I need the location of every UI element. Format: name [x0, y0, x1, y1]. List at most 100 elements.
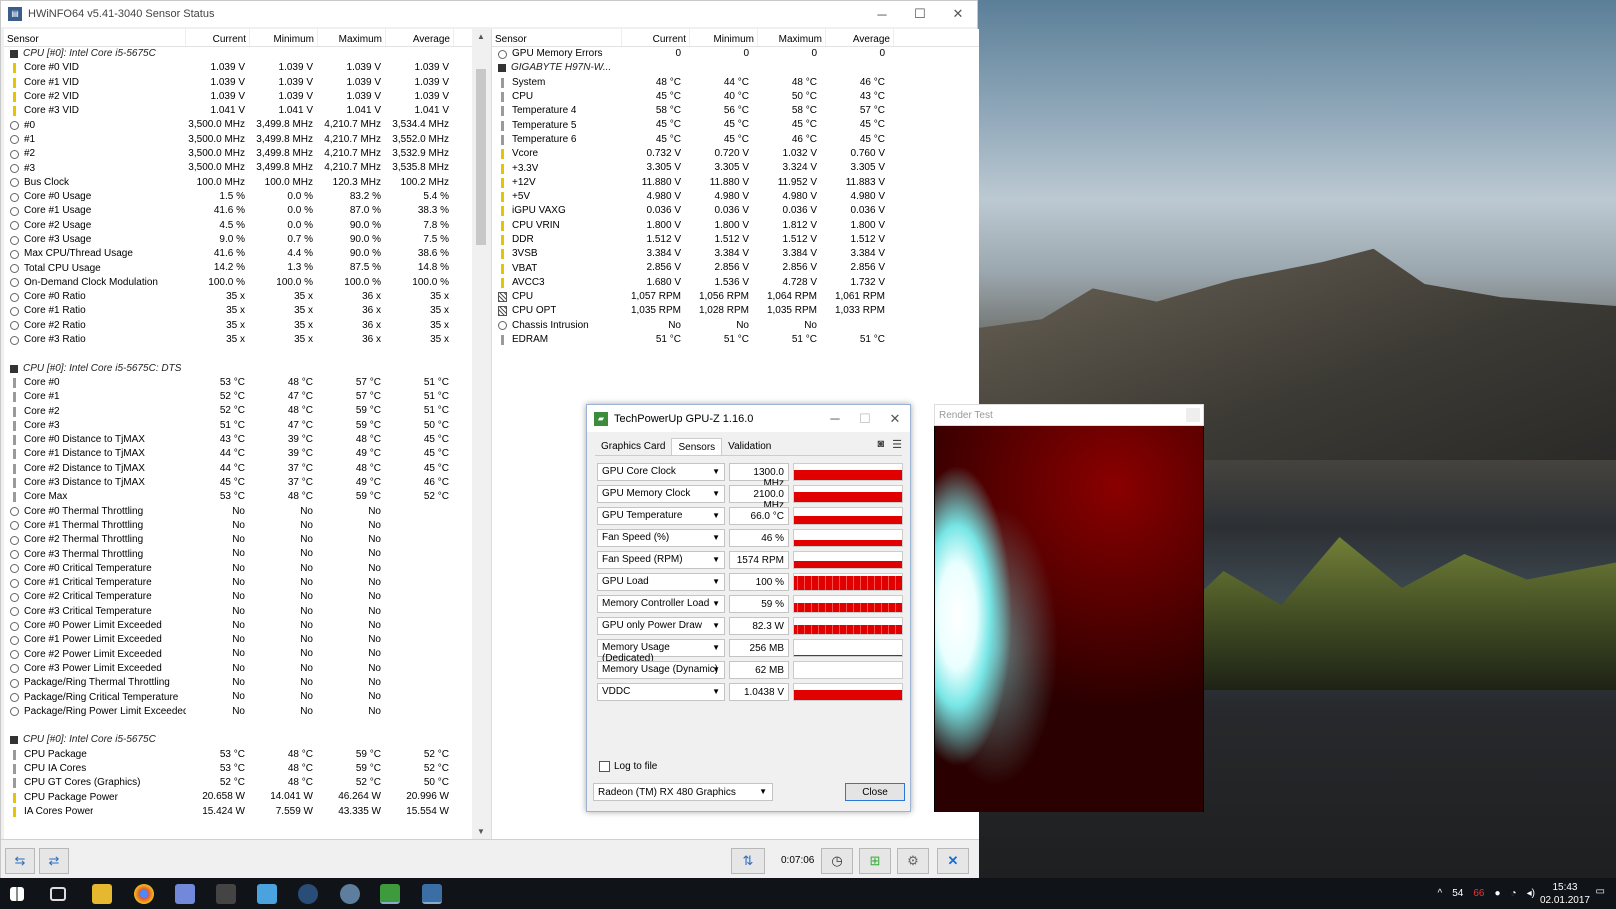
sensor-row[interactable]: Core #0 Usage 1.5 % 0.0 % 83.2 % 5.4 %: [4, 190, 472, 204]
app-icon[interactable]: [216, 884, 236, 904]
sensor-row[interactable]: +12V 11.880 V 11.880 V 11.952 V 11.883 V: [492, 176, 979, 190]
sensor-select[interactable]: GPU Load ▼: [597, 573, 725, 591]
tray-temp-gpu[interactable]: 66: [1473, 888, 1484, 899]
maximize-button[interactable]: ☐: [901, 6, 939, 22]
nav-right-icon[interactable]: ⇄: [39, 848, 69, 874]
sensor-row[interactable]: Core #1 Distance to TjMAX 44 °C 39 °C 49 °C…: [4, 447, 472, 461]
sensor-select[interactable]: Fan Speed (RPM) ▼: [597, 551, 725, 569]
gpuz-titlebar[interactable]: ▰ TechPowerUp GPU-Z 1.16.0 ─ ☐ ✕: [587, 405, 910, 432]
render-test-titlebar[interactable]: Render Test: [934, 404, 1204, 426]
sensor-row[interactable]: Core #2 Power Limit Exceeded No No No: [4, 647, 472, 661]
sensor-select[interactable]: Memory Usage (Dedicated) ▼: [597, 639, 725, 664]
sensor-row[interactable]: Core #2 Ratio 35 x 35 x 36 x 35 x: [4, 319, 472, 333]
sensor-row[interactable]: [4, 347, 472, 361]
sensor-row[interactable]: iGPU VAXG 0.036 V 0.036 V 0.036 V 0.036 V: [492, 204, 979, 218]
network-icon[interactable]: ◔: [1511, 888, 1517, 899]
sensor-row[interactable]: AVCC3 1.680 V 1.536 V 4.728 V 1.732 V: [492, 276, 979, 290]
sensor-row[interactable]: Temperature 6 45 °C 45 °C 46 °C 45 °C: [492, 133, 979, 147]
sensor-row[interactable]: Core #0 Thermal Throttling No No No: [4, 505, 472, 519]
close-button[interactable]: ✕: [939, 6, 977, 22]
sensor-row[interactable]: Core #2 Thermal Throttling No No No: [4, 533, 472, 547]
sensor-row[interactable]: Package/Ring Critical Temperature No No No: [4, 690, 472, 704]
sensor-row[interactable]: Core #3 Thermal Throttling No No No: [4, 547, 472, 561]
sensor-row[interactable]: #0 3,500.0 MHz 3,499.8 MHz 4,210.7 MHz 3,534…: [4, 118, 472, 132]
gpuz-taskbar-icon[interactable]: [380, 884, 400, 904]
sensor-row[interactable]: Core #0 VID 1.039 V 1.039 V 1.039 V 1.039 V: [4, 61, 472, 75]
sensor-row[interactable]: Temperature 4 58 °C 56 °C 58 °C 57 °C: [492, 104, 979, 118]
col-current[interactable]: Current: [622, 29, 690, 46]
sensor-row[interactable]: CPU IA Cores 53 °C 48 °C 59 °C 52 °C: [4, 762, 472, 776]
sensor-row[interactable]: Core #2 VID 1.039 V 1.039 V 1.039 V 1.039 V: [4, 90, 472, 104]
sensor-row[interactable]: Core #1 VID 1.039 V 1.039 V 1.039 V 1.039 V: [4, 76, 472, 90]
sensor-row[interactable]: GPU Memory Errors 0 0 0 0: [492, 47, 979, 61]
sensor-row[interactable]: EDRAM 51 °C 51 °C 51 °C 51 °C: [492, 333, 979, 347]
clock[interactable]: 15:43 02.01.2017: [1540, 881, 1590, 907]
sensor-row[interactable]: Core #0 53 °C 48 °C 57 °C 51 °C: [4, 376, 472, 390]
task-view-icon[interactable]: [50, 887, 66, 901]
sensor-row[interactable]: [4, 719, 472, 733]
sensor-row[interactable]: Core #1 52 °C 47 °C 57 °C 51 °C: [4, 390, 472, 404]
network-icon[interactable]: ⇅: [731, 848, 765, 874]
col-average[interactable]: Average: [826, 29, 894, 46]
sensor-select[interactable]: Fan Speed (%) ▼: [597, 529, 725, 547]
sensor-row[interactable]: DDR 1.512 V 1.512 V 1.512 V 1.512 V: [492, 233, 979, 247]
sensor-row[interactable]: Core #1 Power Limit Exceeded No No No: [4, 633, 472, 647]
steam-tray-icon[interactable]: ●: [1494, 888, 1500, 899]
sensor-row[interactable]: #2 3,500.0 MHz 3,499.8 MHz 4,210.7 MHz 3,532…: [4, 147, 472, 161]
sensor-row[interactable]: Max CPU/Thread Usage 41.6 % 4.4 % 90.0 % 38.…: [4, 247, 472, 261]
sensor-row[interactable]: Core #1 Usage 41.6 % 0.0 % 87.0 % 38.3 %: [4, 204, 472, 218]
add-report-icon[interactable]: ⊞: [859, 848, 891, 874]
minimize-button[interactable]: ─: [863, 7, 901, 22]
hwinfo-titlebar[interactable]: ▤ HWiNFO64 v5.41-3040 Sensor Status ─ ☐ …: [1, 1, 977, 27]
sensor-group-header[interactable]: GIGABYTE H97N-W...: [492, 61, 979, 75]
sensor-row[interactable]: CPU 1,057 RPM 1,056 RPM 1,064 RPM 1,061 RPM: [492, 290, 979, 304]
sensor-row[interactable]: Core #3 Distance to TjMAX 45 °C 37 °C 49 °C…: [4, 476, 472, 490]
tab-graphics-card[interactable]: Graphics Card: [595, 438, 671, 455]
sensor-row[interactable]: Core #0 Power Limit Exceeded No No No: [4, 619, 472, 633]
sensor-row[interactable]: Core #2 Usage 4.5 % 0.0 % 90.0 % 7.8 %: [4, 219, 472, 233]
close-dialog-button[interactable]: Close: [845, 783, 905, 801]
volume-icon[interactable]: ◂): [1527, 888, 1535, 899]
app-icon-2[interactable]: [340, 884, 360, 904]
sensor-select[interactable]: GPU Core Clock ▼: [597, 463, 725, 481]
settings-gear-icon[interactable]: ⚙: [897, 848, 929, 874]
windows-start-icon[interactable]: [10, 887, 24, 901]
col-maximum[interactable]: Maximum: [318, 29, 386, 46]
sensor-row[interactable]: CPU GT Cores (Graphics) 52 °C 48 °C 52 °C 50…: [4, 776, 472, 790]
col-sensor[interactable]: Sensor: [492, 29, 622, 46]
sensor-select[interactable]: GPU Temperature ▼: [597, 507, 725, 525]
scrollbar[interactable]: ▲ ▼: [473, 29, 490, 839]
chrome-icon[interactable]: [134, 884, 154, 904]
sensor-row[interactable]: CPU VRIN 1.800 V 1.800 V 1.812 V 1.800 V: [492, 219, 979, 233]
sensor-select[interactable]: GPU Memory Clock ▼: [597, 485, 725, 503]
sensor-row[interactable]: Core #1 Thermal Throttling No No No: [4, 519, 472, 533]
sensor-row[interactable]: Core #0 Critical Temperature No No No: [4, 562, 472, 576]
sensor-row[interactable]: +5V 4.980 V 4.980 V 4.980 V 4.980 V: [492, 190, 979, 204]
steam-icon[interactable]: [298, 884, 318, 904]
log-to-file-checkbox[interactable]: Log to file: [599, 761, 657, 772]
sensor-select[interactable]: Memory Controller Load ▼: [597, 595, 725, 613]
scroll-down-icon[interactable]: ▼: [477, 827, 485, 836]
sensor-row[interactable]: CPU Package 53 °C 48 °C 59 °C 52 °C: [4, 748, 472, 762]
sensor-row[interactable]: Core #3 Power Limit Exceeded No No No: [4, 662, 472, 676]
sensor-row[interactable]: Core #3 VID 1.041 V 1.041 V 1.041 V 1.041 V: [4, 104, 472, 118]
sensor-row[interactable]: Chassis Intrusion No No No: [492, 319, 979, 333]
tab-validation[interactable]: Validation: [722, 438, 777, 455]
sensor-row[interactable]: Core #1 Ratio 35 x 35 x 36 x 35 x: [4, 304, 472, 318]
sensor-row[interactable]: Vcore 0.732 V 0.720 V 1.032 V 0.760 V: [492, 147, 979, 161]
sensor-row[interactable]: Core #2 Distance to TjMAX 44 °C 37 °C 48 °C…: [4, 462, 472, 476]
col-average[interactable]: Average: [386, 29, 454, 46]
col-minimum[interactable]: Minimum: [690, 29, 758, 46]
close-icon[interactable]: [1186, 408, 1200, 422]
camera-icon[interactable]: ◙: [877, 438, 884, 455]
col-sensor[interactable]: Sensor: [4, 29, 186, 46]
clock-icon[interactable]: ◷: [821, 848, 853, 874]
sensor-row[interactable]: IA Cores Power 15.424 W 7.559 W 43.335 W 15.…: [4, 805, 472, 819]
uplay-icon[interactable]: [257, 884, 277, 904]
sensor-row[interactable]: Core #0 Ratio 35 x 35 x 36 x 35 x: [4, 290, 472, 304]
col-maximum[interactable]: Maximum: [758, 29, 826, 46]
sensor-row[interactable]: #3 3,500.0 MHz 3,499.8 MHz 4,210.7 MHz 3,535…: [4, 161, 472, 175]
sensor-row[interactable]: System 48 °C 44 °C 48 °C 46 °C: [492, 76, 979, 90]
scroll-thumb[interactable]: [476, 69, 486, 245]
sensor-select[interactable]: GPU only Power Draw ▼: [597, 617, 725, 635]
